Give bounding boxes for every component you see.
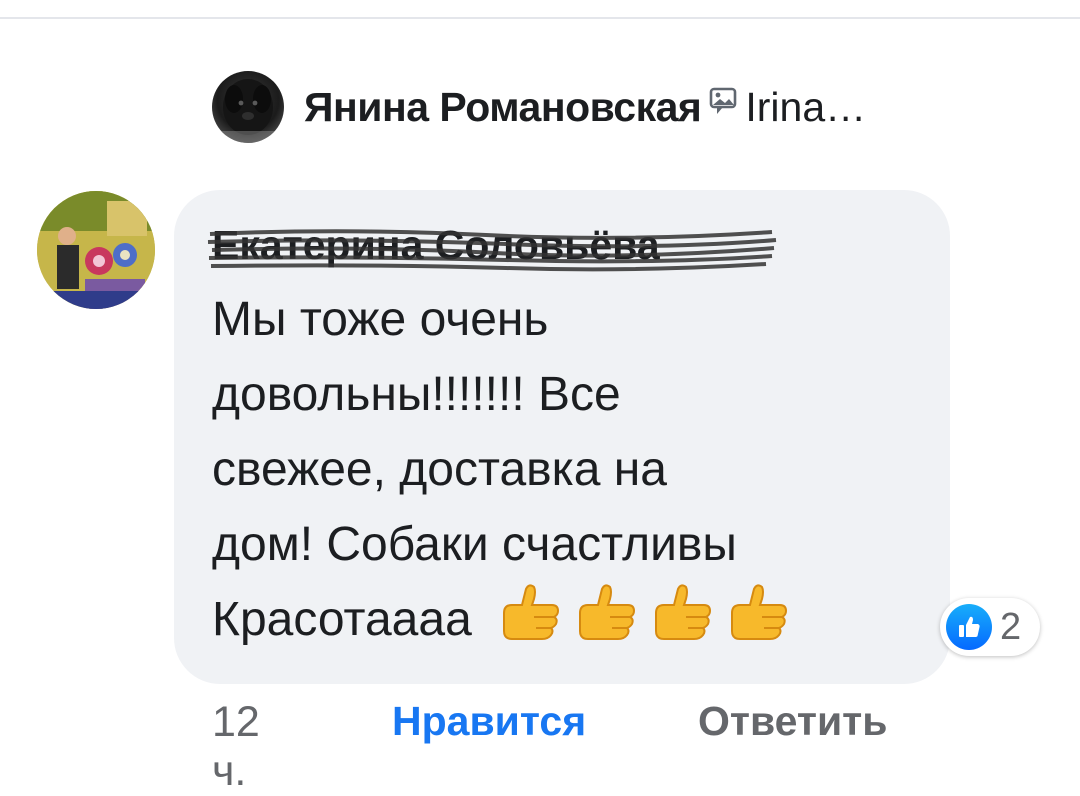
comment-line: дом! Собаки счастливы [212,518,737,571]
avatar[interactable] [37,191,155,309]
comment-line: довольны!!!!!!! Все [212,368,621,421]
thumbs-up-emoji [578,584,635,640]
reply-button[interactable]: Ответить [698,698,887,745]
comment-timestamp[interactable]: 12 ч. [212,698,260,796]
top-divider [0,17,1080,19]
reactions-badge[interactable]: 2 [940,598,1040,656]
like-icon [946,604,992,650]
avatar[interactable] [212,71,284,143]
comment-last-line-text: Красотаааа [212,593,472,646]
comment-line-last: Красотаааа [212,582,932,657]
parent-author-name[interactable]: Янина Романовская [304,84,702,131]
thumbs-up-emoji [730,584,787,640]
like-button[interactable]: Нравится [392,698,586,745]
parent-comment-snippet[interactable]: Irina… [745,84,866,131]
reaction-count: 2 [1000,605,1022,648]
thumbs-up-emoji-group [496,582,800,657]
thumbs-up-emoji [502,584,559,640]
comment-line: Мы тоже очень [212,293,549,346]
redaction-scribble [207,229,777,272]
parent-comment-header[interactable]: Янина Романовская Irina… [212,70,866,144]
thumbs-up-emoji [654,584,711,640]
comment-line: свежее, доставка на [212,443,667,496]
photo-icon [710,87,737,114]
comment-text: Мы тоже очень довольны!!!!!!! Все свежее… [212,282,932,657]
